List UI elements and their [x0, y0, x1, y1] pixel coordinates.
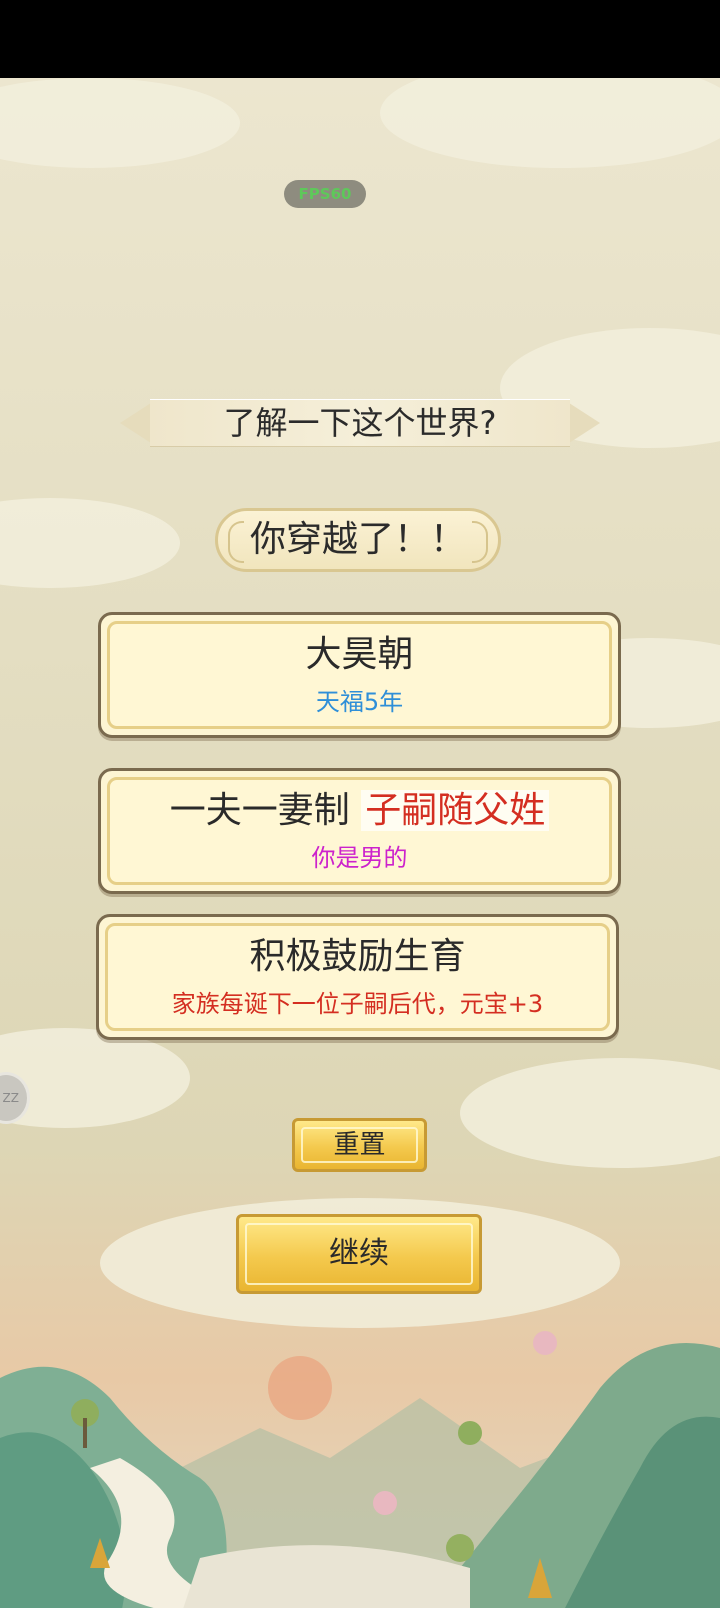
- reset-button-label: 重置: [333, 1130, 386, 1160]
- question-banner: 了解一下这个世界?: [120, 397, 600, 449]
- status-bar: [0, 0, 720, 78]
- continue-button[interactable]: 继续: [236, 1214, 482, 1294]
- card-title: 一夫一妻制 子嗣随父姓: [101, 789, 618, 833]
- reset-button[interactable]: 重置: [292, 1118, 427, 1172]
- question-text: 了解一下这个世界?: [223, 404, 497, 442]
- card-title: 大昊朝: [305, 634, 414, 675]
- continue-button-label: 继续: [329, 1236, 389, 1271]
- world-card-marriage[interactable]: 一夫一妻制 子嗣随父姓 你是男的: [98, 768, 621, 894]
- card-subtitle: 天福5年: [315, 688, 404, 716]
- world-card-dynasty[interactable]: 大昊朝 天福5年: [98, 612, 621, 738]
- card-subtitle: 家族每诞下一位子嗣后代，元宝+3: [171, 990, 544, 1018]
- fps-counter: FPS60: [284, 180, 366, 208]
- side-button-label: ZZ: [2, 1091, 19, 1105]
- intro-text: 你穿越了！！: [249, 519, 466, 560]
- intro-badge: 你穿越了！！: [215, 508, 501, 572]
- card-title-highlight: 子嗣随父姓: [361, 790, 550, 831]
- mountain-landscape: [0, 1331, 720, 1608]
- card-title: 积极鼓励生育: [249, 936, 466, 977]
- world-card-policy[interactable]: 积极鼓励生育 家族每诞下一位子嗣后代，元宝+3: [96, 914, 619, 1040]
- card-subtitle: 你是男的: [311, 844, 408, 872]
- card-title-main: 一夫一妻制: [169, 790, 350, 831]
